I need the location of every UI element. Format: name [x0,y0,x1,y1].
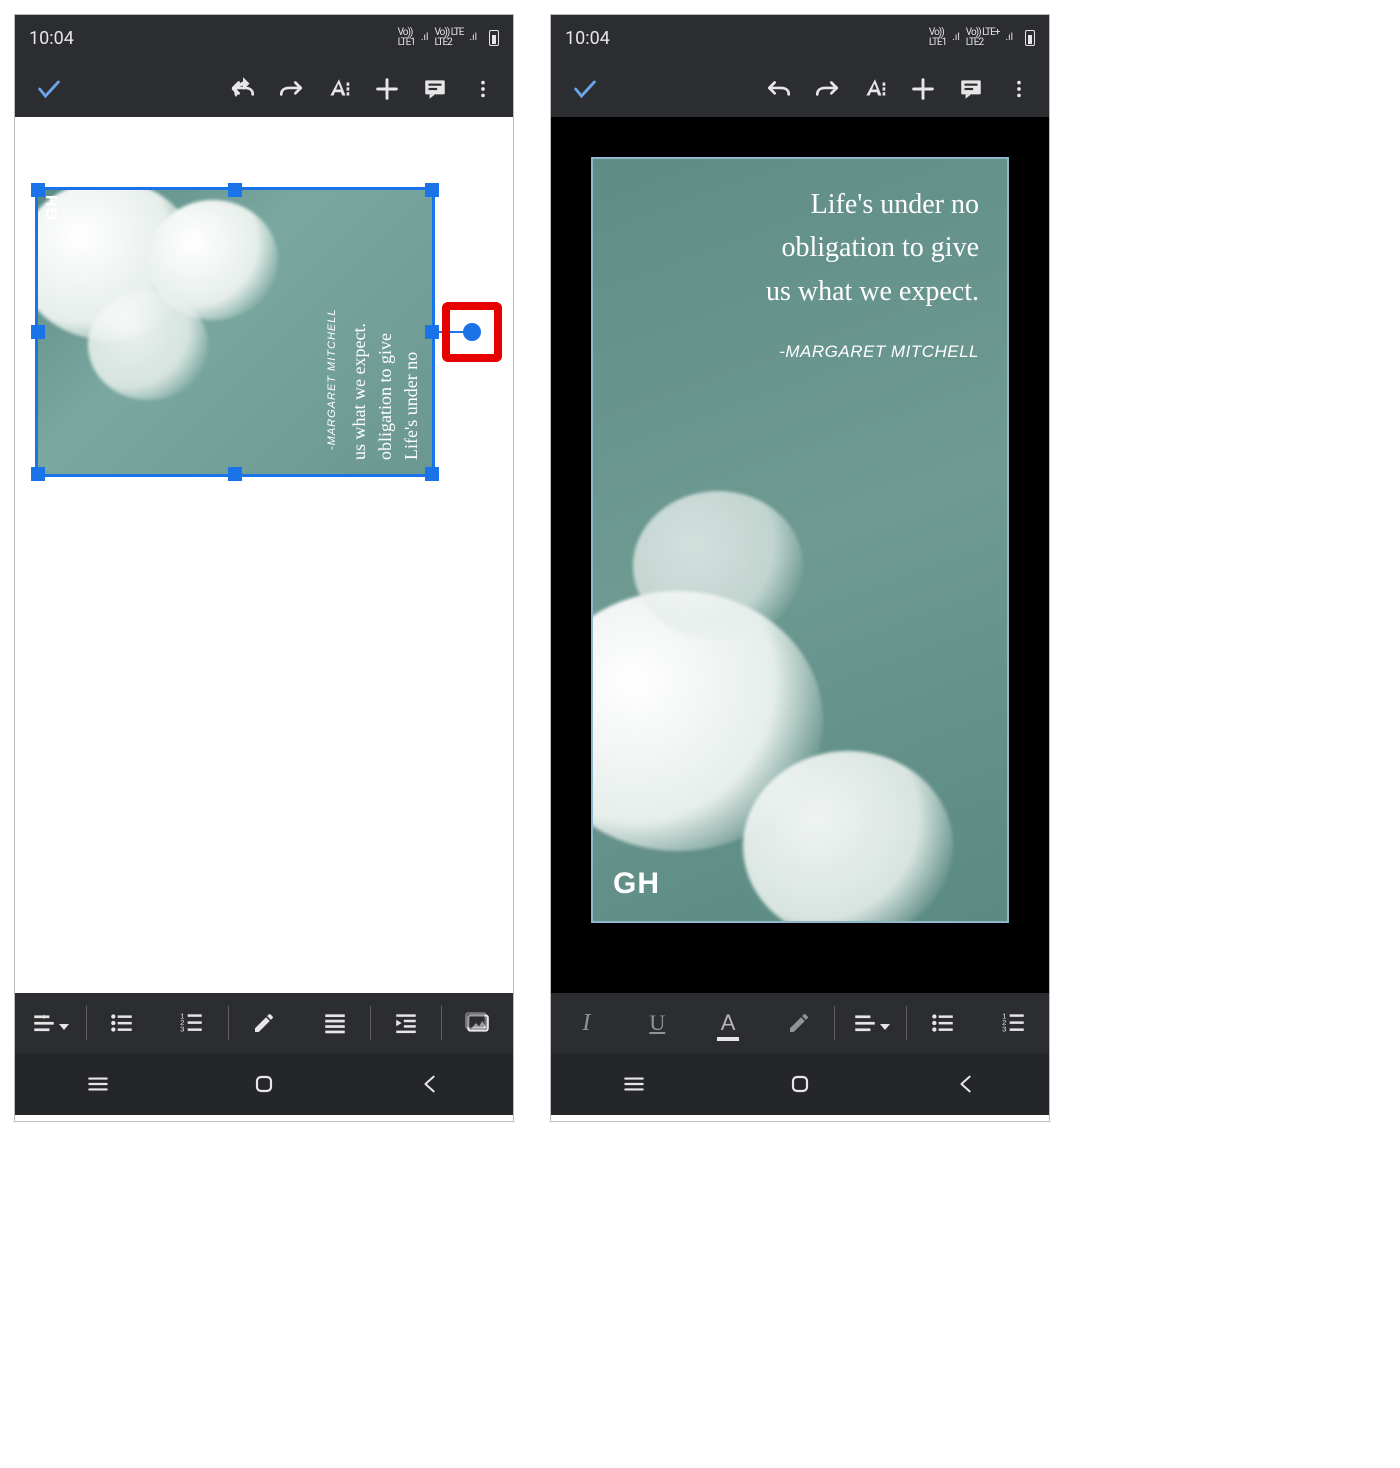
italic-button[interactable]: I [551,993,622,1053]
battery-icon [489,30,499,46]
status-bar: 10:04 Vo)) LTE1 .ıl Vo)) LTE LTE2 .ıl [15,15,513,61]
status-indicators: Vo)) LTE1 .ıl Vo)) LTE LTE2 .ıl [398,28,499,48]
text-format-button[interactable] [315,65,363,113]
number-list-button[interactable]: 123 [978,993,1049,1053]
status-indicators: Vo)) LTE1 .ıl Vo)) LTE+ LTE2 .ıl [929,28,1035,48]
app-toolbar [15,61,513,117]
rotate-handle[interactable] [463,323,481,341]
system-nav-bar [551,1053,1049,1115]
edit-pencil-button[interactable] [229,993,300,1053]
resize-handle-tr[interactable] [425,183,439,197]
resize-handle-tl[interactable] [31,183,45,197]
bullet-list-button[interactable] [87,993,158,1053]
svg-text:3: 3 [181,1025,185,1034]
signal-icon: .ıl [1005,33,1013,43]
format-bar: 123 [15,993,513,1053]
done-check-button[interactable] [557,65,613,113]
document-canvas[interactable]: Life's under no obligation to give us wh… [551,117,1049,993]
text-format-button[interactable] [851,65,899,113]
quote-text: Life's under no obligation to give us wh… [766,183,979,313]
resize-handle-bl[interactable] [31,467,45,481]
highlight-pencil-button[interactable] [764,993,835,1053]
recents-nav-button[interactable] [58,1053,138,1115]
indent-button[interactable] [371,993,442,1053]
quote-image-rotated: GH Life's under no obligation to give us… [38,190,432,474]
comment-button[interactable] [411,65,459,113]
resize-handle-bm[interactable] [228,467,242,481]
undo-button[interactable] [755,65,803,113]
comment-button[interactable] [947,65,995,113]
quote-image: Life's under no obligation to give us wh… [593,159,1007,921]
bullet-list-button[interactable] [907,993,978,1053]
add-button[interactable] [363,65,411,113]
undo-button[interactable] [219,65,267,113]
number-list-button[interactable]: 123 [157,993,228,1053]
signal-icon: .ıl [421,33,429,43]
underline-button[interactable]: U [622,993,693,1053]
overflow-menu-button[interactable] [459,65,507,113]
back-nav-button[interactable] [926,1053,1006,1115]
signal-icon: .ıl [469,33,477,43]
document-canvas[interactable]: GH Life's under no obligation to give us… [15,117,513,993]
quote-line-3: us what we expect. [766,270,979,313]
status-time: 10:04 [29,28,74,49]
redo-button[interactable] [803,65,851,113]
quote-line-1: Life's under no [401,210,422,460]
resize-handle-ml[interactable] [31,325,45,339]
quote-author: -MARGARET MITCHELL [779,339,979,365]
recents-nav-button[interactable] [594,1053,674,1115]
system-nav-bar [15,1053,513,1115]
home-nav-button[interactable] [224,1053,304,1115]
resize-handle-tm[interactable] [228,183,242,197]
signal-icon: .ıl [952,33,960,43]
phone-screenshot-right: 10:04 Vo)) LTE1 .ıl Vo)) LTE+ LTE2 .ıl [550,14,1050,1122]
gh-logo: GH [613,867,660,901]
phone-screenshot-left: 10:04 Vo)) LTE1 .ıl Vo)) LTE LTE2 .ıl [14,14,514,1122]
add-button[interactable] [899,65,947,113]
inserted-image[interactable]: Life's under no obligation to give us wh… [591,157,1009,923]
status-bar: 10:04 Vo)) LTE1 .ıl Vo)) LTE+ LTE2 .ıl [551,15,1049,61]
done-check-button[interactable] [21,65,77,113]
insert-image-button[interactable] [442,993,513,1053]
status-time: 10:04 [565,28,610,49]
quote-line-2: obligation to give [375,210,396,460]
app-toolbar [551,61,1049,117]
format-bar: I U A 123 [551,993,1049,1053]
quote-line-1: Life's under no [766,183,979,226]
redo-button[interactable] [267,65,315,113]
quote-line-3: us what we expect. [349,210,370,460]
resize-handle-br[interactable] [425,467,439,481]
selected-image[interactable]: GH Life's under no obligation to give us… [35,187,435,477]
text-color-button[interactable]: A [693,993,764,1053]
battery-icon [1025,30,1035,46]
back-nav-button[interactable] [390,1053,470,1115]
gh-logo: GH [44,194,62,220]
align-menu-button[interactable] [15,993,86,1053]
overflow-menu-button[interactable] [995,65,1043,113]
quote-author: -MARGARET MITCHELL [326,230,338,450]
quote-line-2: obligation to give [766,226,979,269]
align-menu-button[interactable] [835,993,906,1053]
home-nav-button[interactable] [760,1053,840,1115]
justify-button[interactable] [299,993,370,1053]
svg-text:3: 3 [1002,1025,1006,1034]
